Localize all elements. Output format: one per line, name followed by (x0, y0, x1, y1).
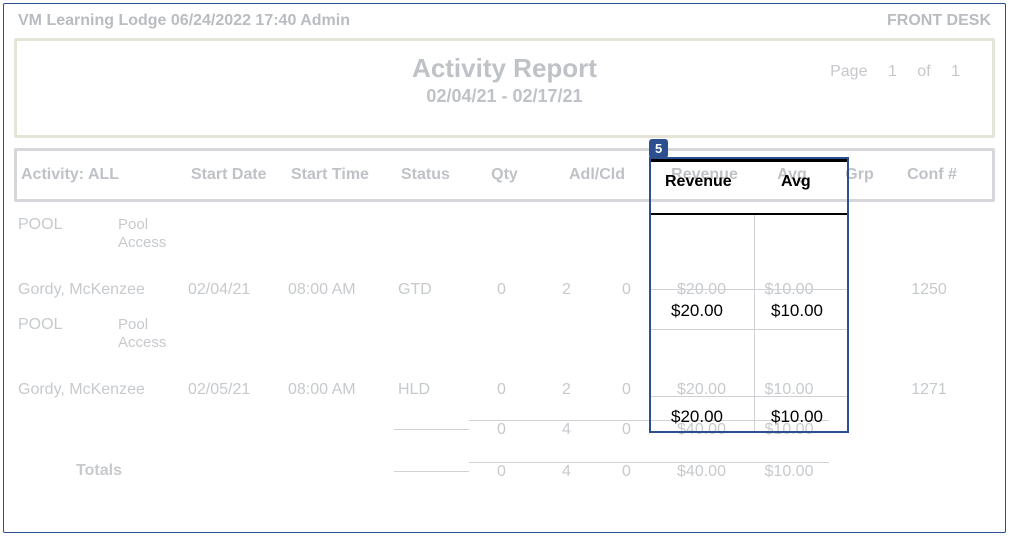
cell-date: 02/04/21 (184, 275, 284, 305)
cell-cld: 0 (599, 275, 654, 305)
page-of-label: of (917, 63, 930, 80)
totals-label: Totals (14, 462, 184, 480)
totals-qty: 0 (469, 462, 534, 481)
col-adl-cld: Adl/Cld (537, 166, 657, 184)
cell-qty: 0 (469, 275, 534, 305)
col-revenue: Revenue (657, 166, 752, 184)
cell-status: GTD (394, 275, 469, 305)
col-conf: Conf # (887, 166, 977, 184)
section-row: POOL Pool Access (14, 208, 995, 272)
totals-adl: 4 (534, 462, 599, 481)
subtotal-avg: $10.00 (749, 420, 829, 439)
page-label: Page (830, 63, 867, 80)
cell-time: 08:00 AM (284, 375, 394, 405)
cell-revenue: $20.00 (654, 375, 749, 405)
cell-adl: 2 (534, 275, 599, 305)
cell-cld: 0 (599, 375, 654, 405)
cell-conf: 1271 (884, 375, 974, 405)
col-activity: Activity: ALL (17, 166, 187, 184)
col-start-date: Start Date (187, 166, 287, 184)
subtotal-qty: 0 (469, 420, 534, 439)
col-qty: Qty (472, 166, 537, 184)
columns-header: Activity: ALL Start Date Start Time Stat… (14, 148, 995, 202)
cell-avg: $10.00 (749, 375, 829, 405)
cell-guest: Gordy, McKenzee (14, 375, 184, 405)
section-code: POOL (14, 208, 114, 240)
col-start-time: Start Time (287, 166, 397, 184)
subtotal-row: 0 4 0 $40.00 $10.00 (14, 408, 995, 450)
col-avg: Avg (752, 166, 832, 184)
page-current: 1 (888, 63, 897, 80)
subtotal-revenue: $40.00 (654, 420, 749, 439)
cell-guest: Gordy, McKenzee (14, 275, 184, 305)
table-row: Gordy, McKenzee 02/04/21 08:00 AM GTD 0 … (14, 272, 995, 308)
cell-avg: $10.00 (749, 275, 829, 305)
totals-avg: $10.00 (749, 462, 829, 481)
subtotal-cld: 0 (599, 420, 654, 439)
cell-time: 08:00 AM (284, 275, 394, 305)
totals-row: Totals 0 4 0 $40.00 $10.00 (14, 450, 995, 492)
cell-grp (829, 284, 884, 296)
totals-revenue: $40.00 (654, 462, 749, 481)
report-title: Activity Report (412, 53, 597, 84)
window-header: VM Learning Lodge 06/24/2022 17:40 Admin… (14, 10, 995, 32)
header-left: VM Learning Lodge 06/24/2022 17:40 Admin (18, 12, 350, 30)
report-date-range: 02/04/21 - 02/17/21 (412, 86, 597, 107)
page-total: 1 (951, 63, 960, 80)
section-desc: Pool Access (114, 308, 184, 358)
cell-status: HLD (394, 375, 469, 405)
page-info: Page 1 of 1 (822, 63, 968, 81)
header-right: FRONT DESK (887, 12, 991, 30)
data-grid: POOL Pool Access Gordy, McKenzee 02/04/2… (14, 208, 995, 492)
cell-adl: 2 (534, 375, 599, 405)
subtotal-adl: 4 (534, 420, 599, 439)
cell-date: 02/05/21 (184, 375, 284, 405)
cell-revenue: $20.00 (654, 275, 749, 305)
section-row: POOL Pool Access (14, 308, 995, 372)
title-card: Activity Report 02/04/21 - 02/17/21 Page… (14, 38, 995, 138)
col-grp: Grp (832, 166, 887, 184)
col-status: Status (397, 166, 472, 184)
cell-conf: 1250 (884, 275, 974, 305)
totals-cld: 0 (599, 462, 654, 481)
cell-grp (829, 384, 884, 396)
report-frame: VM Learning Lodge 06/24/2022 17:40 Admin… (3, 3, 1006, 533)
cell-qty: 0 (469, 375, 534, 405)
table-row: Gordy, McKenzee 02/05/21 08:00 AM HLD 0 … (14, 372, 995, 408)
section-desc: Pool Access (114, 208, 184, 258)
section-code: POOL (14, 308, 114, 340)
